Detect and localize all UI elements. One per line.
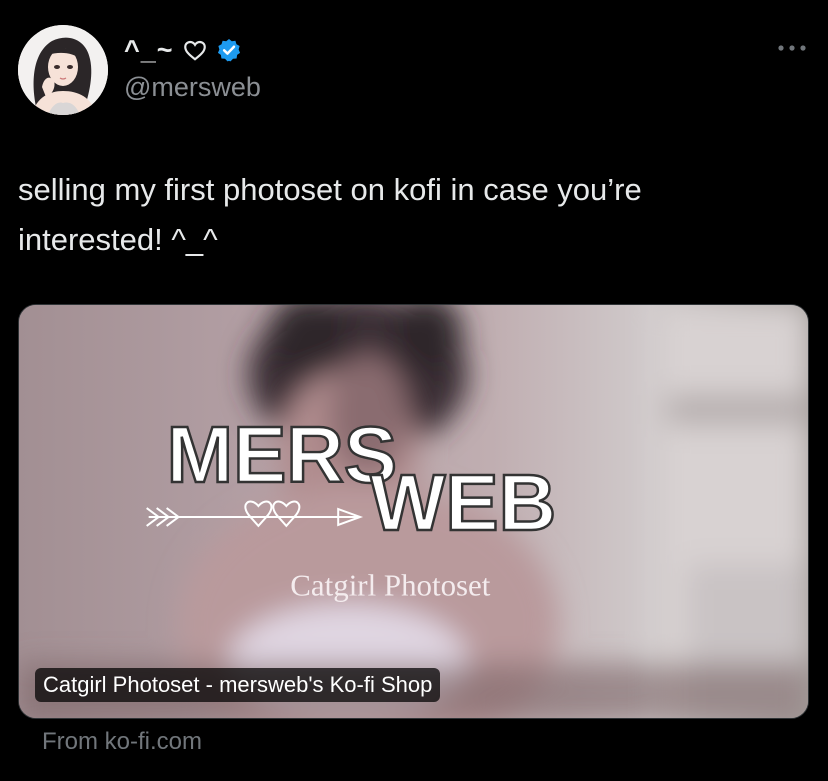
verified-badge-icon — [217, 38, 240, 62]
avatar-illustration — [18, 25, 108, 115]
card-subtitle: Catgirl Photoset — [290, 568, 490, 603]
logo-web: WEB — [370, 458, 556, 547]
tweet: ^_~ @mersweb selling my first photoset o… — [0, 0, 828, 781]
card-source[interactable]: From ko-fi.com — [42, 728, 202, 756]
more-dots-icon[interactable] — [776, 40, 808, 56]
tweet-text-line-1: selling my first photoset on kofi in cas… — [18, 172, 642, 207]
display-name-row[interactable]: ^_~ — [124, 33, 242, 67]
handle[interactable]: @mersweb — [124, 72, 261, 103]
link-card[interactable]: MERS WEB Catgirl Photoset Catgirl Photos… — [18, 304, 809, 719]
display-name: ^_~ — [124, 34, 174, 65]
tweet-text-line-2: interested! ^_^ — [18, 222, 218, 257]
heart-outline-icon — [183, 40, 206, 61]
tweet-text: selling my first photoset on kofi in cas… — [18, 165, 798, 265]
card-image: MERS WEB Catgirl Photoset — [19, 305, 808, 718]
card-title: Catgirl Photoset - mersweb's Ko-fi Shop — [35, 668, 441, 702]
avatar[interactable] — [18, 25, 108, 115]
logo-mers: MERS — [167, 410, 397, 499]
